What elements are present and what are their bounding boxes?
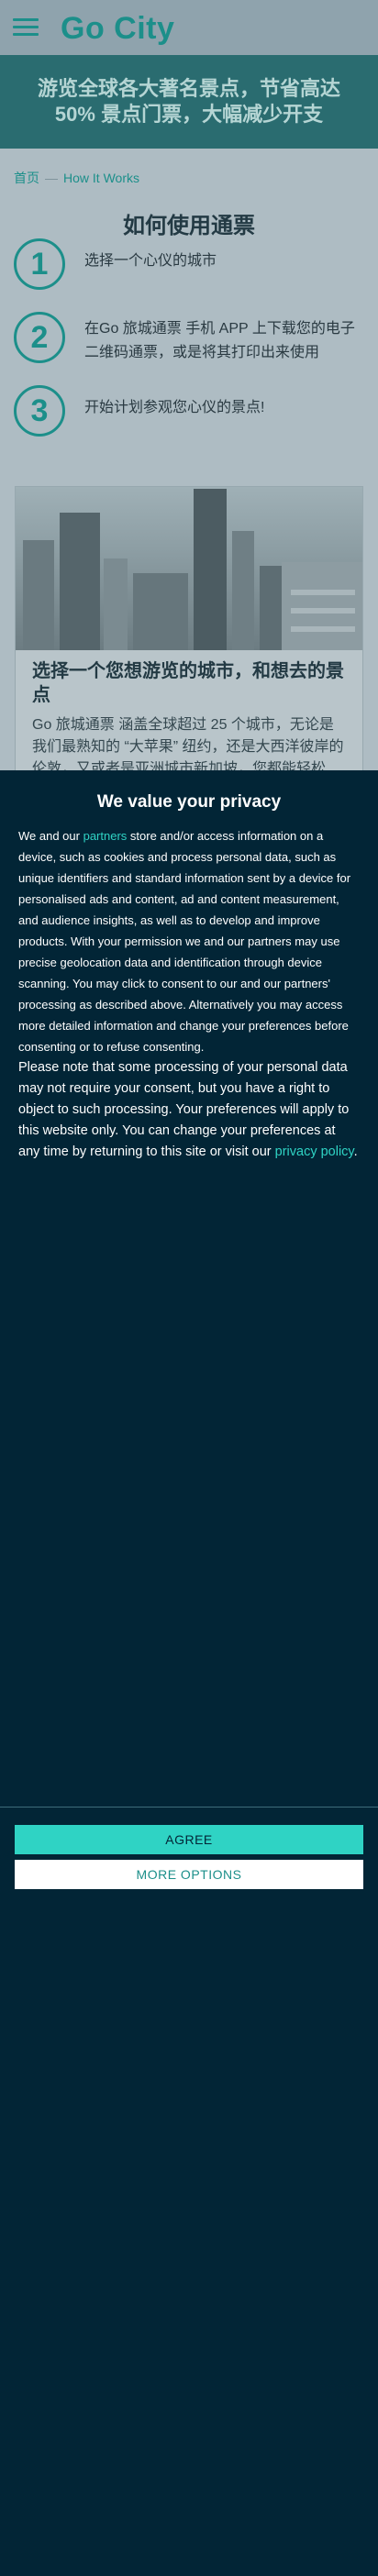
step-number: 1 [14,238,65,290]
step-text: 在Go 旅城通票 手机 APP 上下载您的电子二维码通票，或是将其打印出来使用 [84,321,355,360]
consent-paragraph-2: Please note that some processing of your… [18,1057,360,1163]
hero-title: 游览全球各大著名景点，节省高达 50% 景点门票，大幅减少开支 [37,77,340,126]
site-header: Go City [0,0,378,55]
step-1: 1 选择一个心仪的城市 [0,238,378,312]
divider [0,1807,378,1808]
consent-paragraph-1: We and our partners store and/or access … [18,825,360,1057]
city-skyline-image [16,487,362,650]
card-title: 选择一个您想游览的城市，和想去的景点 [32,661,344,705]
consent-title: We value your privacy [96,792,282,812]
breadcrumb: 首页 — How It Works [0,149,378,202]
section-title: 如何使用通票 [123,214,255,238]
breadcrumb-home[interactable]: 首页 [14,171,39,185]
consent-text: . [353,1144,358,1159]
step-number: 3 [14,385,65,437]
step-text: 选择一个心仪的城市 [84,253,217,269]
logo[interactable]: Go City [61,11,174,47]
privacy-consent-dialog: We value your privacy We and our partner… [0,770,378,2576]
step-number: 2 [14,312,65,363]
breadcrumb-current[interactable]: How It Works [63,171,139,185]
step-2: 2 在Go 旅城通票 手机 APP 上下载您的电子二维码通票，或是将其打印出来使… [0,312,378,385]
consent-text: store and/or access information on a dev… [18,829,351,1054]
background-page: Go City 游览全球各大著名景点，节省高达 50% 景点门票，大幅减少开支 … [0,0,378,789]
consent-text: We and our [18,829,83,843]
partners-link[interactable]: partners [83,829,128,843]
hero-banner: 游览全球各大著名景点，节省高达 50% 景点门票，大幅减少开支 [0,55,378,149]
card-text: Go 旅城通票 涵盖全球超过 25 个城市，无论是我们最熟知的 “大苹果” 纽约… [32,717,344,777]
step-text: 开始计划参观您心仪的景点! [84,400,265,415]
more-options-button[interactable]: MORE OPTIONS [15,1860,363,1889]
city-card: 选择一个您想游览的城市，和想去的景点 Go 旅城通票 涵盖全球超过 25 个城市… [15,486,363,789]
step-3: 3 开始计划参观您心仪的景点! [0,385,378,459]
menu-icon[interactable] [13,18,39,37]
breadcrumb-separator: — [45,171,58,185]
privacy-policy-link[interactable]: privacy policy [275,1144,354,1159]
agree-button[interactable]: AGREE [15,1825,363,1854]
